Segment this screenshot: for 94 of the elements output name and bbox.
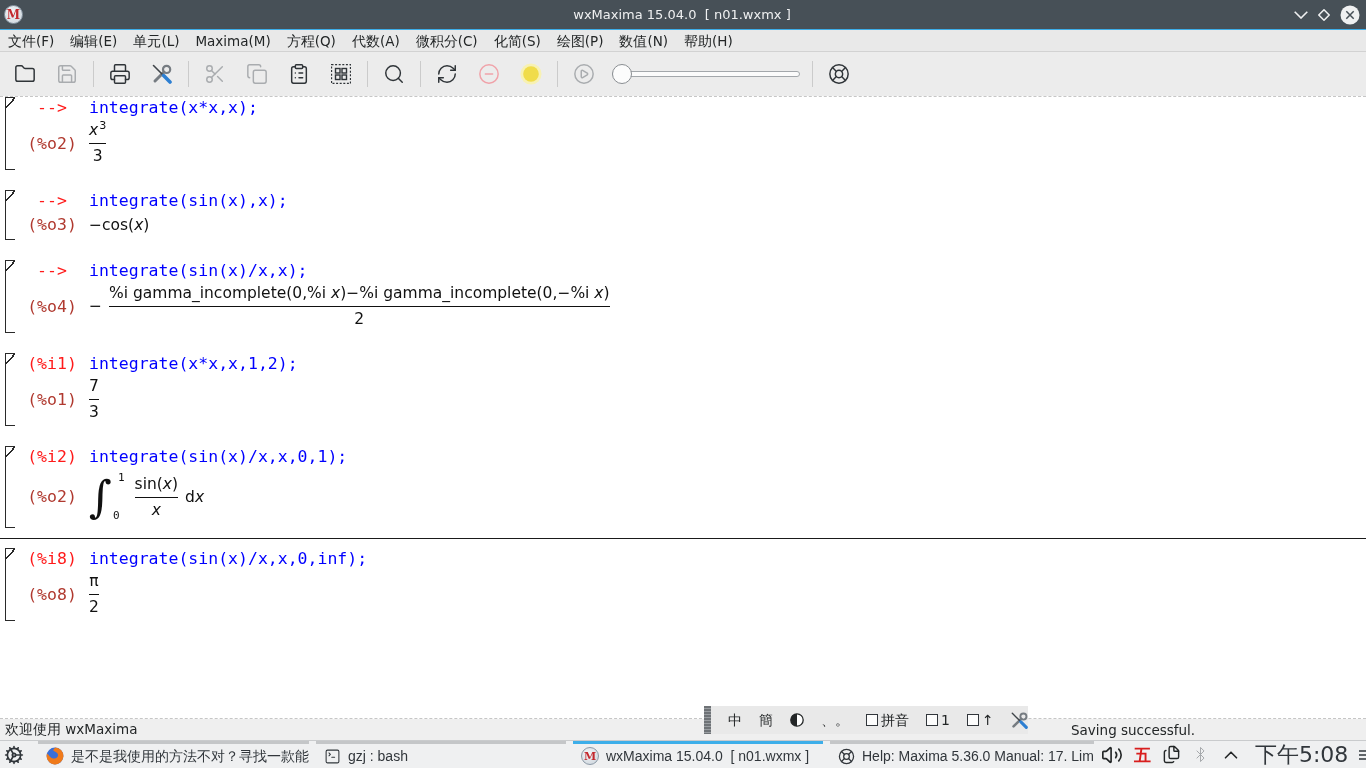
- maximize-button[interactable]: [1318, 8, 1330, 21]
- differential: dx: [185, 487, 205, 507]
- fraction-numerator: 7: [89, 377, 99, 396]
- window-title: wxMaxima 15.04.0 [ n01.wxmx ]: [573, 6, 791, 23]
- close-button[interactable]: [1340, 4, 1360, 25]
- gear-icon[interactable]: [4, 744, 24, 765]
- taskbar-task[interactable]: gzj : bash: [316, 741, 566, 768]
- math-expression: −cos(x): [89, 215, 150, 235]
- tools-icon[interactable]: [152, 64, 172, 84]
- globe-icon: [46, 747, 64, 765]
- folder-icon[interactable]: [14, 63, 36, 85]
- cell-bracket[interactable]: [5, 353, 15, 426]
- output-label: (%o3): [27, 215, 77, 235]
- fraction-denominator: 2: [89, 598, 99, 617]
- fraction-denominator: 3: [89, 403, 99, 422]
- menu-item[interactable]: 微积分(C): [415, 31, 478, 50]
- cell-bracket[interactable]: [5, 190, 15, 240]
- cell-bracket[interactable]: [5, 97, 15, 170]
- output-label: (%o2): [27, 133, 77, 154]
- input-prompt: -->: [37, 261, 67, 281]
- fraction-numerator: sin(x): [134, 474, 179, 494]
- taskbar-task[interactable]: Help: Maxima 5.36.0 Manual: 17. Lim: [830, 741, 1094, 768]
- checkbox[interactable]: [966, 714, 979, 726]
- output-label: (%o8): [27, 584, 77, 605]
- pages-icon[interactable]: [1161, 745, 1181, 764]
- menu-item[interactable]: 帮助(H): [684, 31, 733, 50]
- checkbox-label: ↑: [981, 711, 994, 729]
- lifebuoy-icon[interactable]: [828, 63, 850, 85]
- circular-arrows-icon[interactable]: [436, 63, 458, 85]
- input-code: integrate(x*x,x,1,2);: [89, 354, 298, 374]
- drag-handle[interactable]: [704, 706, 711, 734]
- fraction-denominator: 3: [92, 147, 103, 166]
- menu-item[interactable]: 绘图(P): [556, 31, 604, 50]
- lifebuoy-icon: [838, 747, 855, 765]
- input-prompt: (%i2): [27, 447, 77, 467]
- app-logo: M: [581, 747, 599, 765]
- cell-bracket[interactable]: [5, 260, 15, 333]
- menu-item[interactable]: 化简(S): [493, 31, 541, 50]
- input-prompt: (%i8): [27, 549, 77, 569]
- fraction-numerator: %i gamma_incomplete(0,%i x)−%i gamma_incomplete(0,−%i x): [109, 284, 610, 303]
- checkbox[interactable]: [926, 714, 938, 726]
- tools-icon[interactable]: [1010, 711, 1028, 729]
- cell-bracket[interactable]: [5, 446, 15, 528]
- output-label: (%o4): [27, 296, 77, 317]
- slider-thumb[interactable]: [612, 64, 632, 84]
- input-code: integrate(x*x,x);: [89, 98, 258, 118]
- lower-limit: 0: [112, 510, 120, 522]
- input-code: integrate(sin(x)/x,x,0,inf);: [89, 549, 368, 569]
- cell-bracket[interactable]: [5, 548, 15, 621]
- chevron-down-icon: [1294, 10, 1308, 19]
- input-prompt: -->: [37, 191, 67, 211]
- menu-item[interactable]: Maxima(M): [195, 31, 271, 50]
- dashed-grid-icon[interactable]: [331, 64, 351, 84]
- input-prompt: -->: [37, 98, 67, 118]
- clock[interactable]: 下午5:08: [1254, 741, 1349, 768]
- menu-item[interactable]: 数值(N): [619, 31, 669, 50]
- menu-item[interactable]: 方程(Q): [286, 31, 336, 50]
- menu-item[interactable]: 文件(F): [8, 31, 55, 50]
- minimize-button[interactable]: [1294, 10, 1308, 19]
- ime-option[interactable]: 簡: [759, 711, 773, 729]
- fraction-denominator: 2: [354, 310, 365, 329]
- terminal-icon: [324, 747, 341, 765]
- input-code: integrate(sin(x)/x,x);: [89, 261, 308, 281]
- upper-limit: 1: [117, 472, 125, 484]
- printer-icon[interactable]: [109, 63, 131, 85]
- checkbox[interactable]: [866, 714, 878, 726]
- output-label: (%o2): [27, 487, 77, 507]
- half-circle-icon[interactable]: [790, 713, 804, 727]
- status-message: 欢迎使用 wxMaxima: [5, 720, 138, 739]
- save-status: Saving successful.: [1071, 721, 1196, 738]
- input-method-indicator[interactable]: 五: [1133, 744, 1151, 765]
- diamond-icon: [1318, 8, 1330, 21]
- checkbox-label: 拼音: [881, 711, 909, 729]
- menu-item[interactable]: 代数(A): [351, 31, 400, 50]
- input-prompt: (%i1): [27, 354, 77, 374]
- ime-option[interactable]: 中: [728, 711, 742, 729]
- fraction-numerator: π: [89, 572, 99, 591]
- menu-item[interactable]: 编辑(E): [70, 31, 118, 50]
- input-code: integrate(sin(x),x);: [89, 191, 288, 211]
- integral-sign: ∫: [89, 470, 112, 524]
- clipboard-icon[interactable]: [288, 63, 310, 85]
- taskbar-task[interactable]: M wxMaxima 15.04.0 [ n01.wxmx ]: [573, 741, 823, 768]
- fraction-numerator: x$^{3}$: [89, 121, 107, 140]
- app-logo: M: [4, 5, 23, 24]
- checkbox-label: 1: [941, 711, 950, 729]
- input-code: integrate(sin(x)/x,x,0,1);: [89, 447, 348, 467]
- fraction-denominator: x: [151, 500, 161, 520]
- output-label: (%o1): [27, 389, 77, 410]
- close-icon: [1340, 4, 1360, 25]
- taskbar-task[interactable]: 是不是我使用的方法不对？寻找一款能: [38, 741, 309, 768]
- ime-option[interactable]: 、。: [821, 711, 849, 729]
- minus-sign: −: [89, 297, 102, 316]
- search-icon[interactable]: [383, 63, 405, 85]
- menu-item[interactable]: 单元(L): [133, 31, 180, 50]
